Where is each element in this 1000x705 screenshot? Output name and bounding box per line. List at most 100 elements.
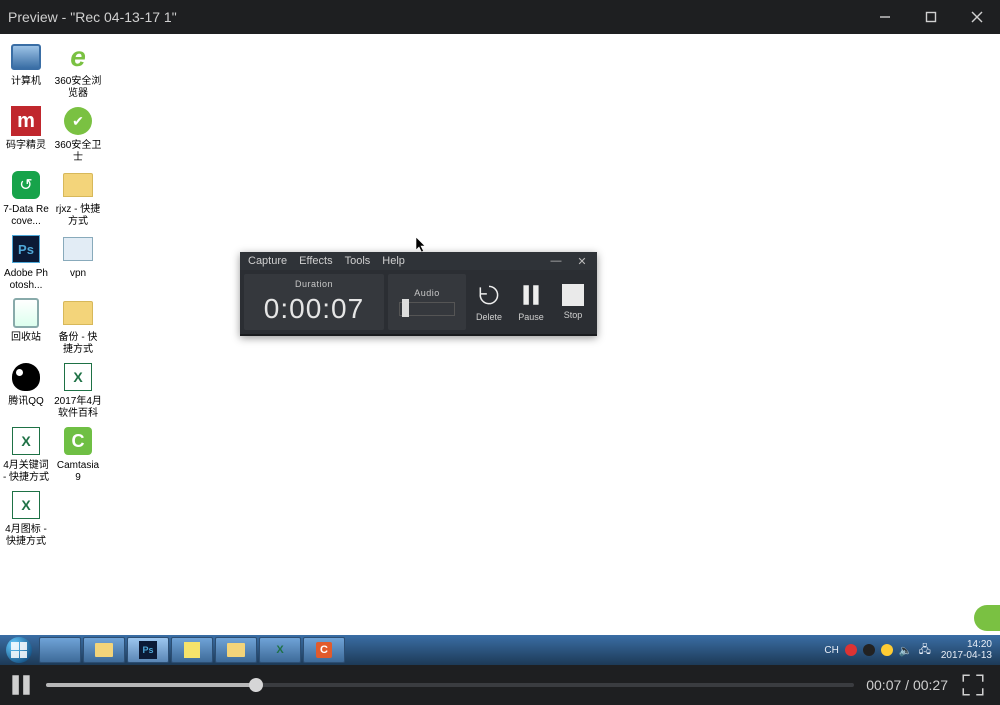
desktop-icon-360-browser[interactable]: e360安全浏览器 [54, 40, 102, 100]
menu-capture[interactable]: Capture [248, 255, 287, 267]
tray-volume-icon[interactable]: 🔈 [899, 644, 913, 657]
play-pause-button[interactable] [8, 672, 34, 698]
desktop-icon-label: 2017年4月软件百科 [54, 396, 102, 420]
close-button[interactable] [954, 0, 1000, 34]
desktop-icon-backup[interactable]: 备份 - 快捷方式 [54, 296, 102, 356]
desktop-icon-photoshop[interactable]: PsAdobe Photosh... [2, 232, 50, 292]
taskbar: Ps X C CH 🔈 🖧 14:20 2017-04-13 [0, 635, 1000, 665]
menu-help[interactable]: Help [382, 255, 405, 267]
audio-slider-thumb[interactable] [402, 299, 409, 317]
taskbar-item-photoshop[interactable]: Ps [127, 637, 169, 663]
clock-date: 2017-04-13 [941, 650, 992, 661]
duration-panel: Duration 0:00:07 [244, 274, 384, 330]
tray-icon-qq[interactable] [863, 644, 875, 656]
tray-network-icon[interactable]: 🖧 [919, 641, 931, 660]
pause-button[interactable]: Pause [512, 274, 550, 330]
desktop-icon-label: 4月关键词 - 快捷方式 [2, 460, 50, 484]
pause-label: Pause [518, 312, 544, 322]
monitor-icon [9, 40, 43, 74]
preview-content: 计算机e360安全浏览器m码字精灵✔360安全卫士↺7-Data Recove.… [0, 34, 1000, 665]
audio-label: Audio [414, 288, 440, 298]
stop-label: Stop [564, 310, 583, 320]
recorder-minimize-button[interactable]: — [549, 255, 563, 267]
taskbar-item-notes[interactable] [171, 637, 213, 663]
clock-time: 14:20 [941, 639, 992, 650]
time-current: 00:07 [866, 677, 901, 693]
taskbar-item-camtasia[interactable]: C [303, 637, 345, 663]
desktop-icon-rjxz[interactable]: rjxz - 快捷方式 [54, 168, 102, 228]
delete-label: Delete [476, 312, 502, 322]
undo-icon [476, 282, 502, 308]
desktop-icon-mazijingl[interactable]: m码字精灵 [2, 104, 50, 164]
playback-time: 00:07 / 00:27 [866, 677, 948, 693]
desktop-icon-7data[interactable]: ↺7-Data Recove... [2, 168, 50, 228]
start-button[interactable] [0, 635, 38, 665]
desktop-icon-label: 回收站 [11, 332, 41, 344]
desktop-icon-label: vpn [70, 268, 86, 280]
windows-logo-icon [6, 637, 32, 663]
desktop-icon-qq[interactable]: 腾讯QQ [2, 360, 50, 420]
desktop-icon-label: 360安全卫士 [54, 140, 102, 164]
taskbar-clock[interactable]: 14:20 2017-04-13 [937, 639, 996, 661]
desktop-icon-apr-icons[interactable]: X4月图标 - 快捷方式 [2, 488, 50, 548]
seek-track[interactable] [46, 683, 854, 687]
desktop-icon-label: 4月图标 - 快捷方式 [2, 524, 50, 548]
desktop-icon-apr-encyc[interactable]: X2017年4月软件百科 [54, 360, 102, 420]
time-total: 00:27 [913, 677, 948, 693]
seek-progress [46, 683, 256, 687]
taskbar-item-browser[interactable] [39, 637, 81, 663]
stop-icon [562, 284, 584, 306]
stop-button[interactable]: Stop [554, 274, 592, 330]
delete-button[interactable]: Delete [470, 274, 508, 330]
fullscreen-button[interactable] [960, 672, 986, 698]
vpn-icon [61, 232, 95, 266]
recorder-window[interactable]: Capture Effects Tools Help — ✕ Duration … [240, 252, 597, 336]
menu-tools[interactable]: Tools [345, 255, 371, 267]
taskbar-item-excel[interactable]: X [259, 637, 301, 663]
playback-bar: 00:07 / 00:27 [0, 665, 1000, 705]
folder-icon [61, 296, 95, 330]
menu-effects[interactable]: Effects [299, 255, 332, 267]
m-icon: m [9, 104, 43, 138]
minimize-button[interactable] [862, 0, 908, 34]
taskbar-item-explorer[interactable] [83, 637, 125, 663]
cam-icon: C [61, 424, 95, 458]
desktop-icon-label: 腾讯QQ [8, 396, 44, 408]
desktop-icon-label: 360安全浏览器 [54, 76, 102, 100]
preview-titlebar: Preview - "Rec 04-13-17 1" [0, 0, 1000, 34]
fullscreen-icon [960, 672, 986, 698]
excel-icon: X [9, 424, 43, 458]
seek-thumb[interactable] [249, 678, 263, 692]
taskbar-item-folder[interactable] [215, 637, 257, 663]
desktop-icon-label: 7-Data Recove... [2, 204, 50, 228]
desktop-icon-label: Camtasia 9 [54, 460, 102, 484]
maximize-button[interactable] [908, 0, 954, 34]
tray-icon-3[interactable] [881, 644, 893, 656]
duration-label: Duration [295, 279, 333, 289]
recover-icon: ↺ [9, 168, 43, 202]
desktop-icon-360-guard[interactable]: ✔360安全卫士 [54, 104, 102, 164]
bin-icon [9, 296, 43, 330]
recorder-menubar: Capture Effects Tools Help — ✕ [240, 252, 597, 270]
desktop-icon-computer[interactable]: 计算机 [2, 40, 50, 100]
desktop-icon-recycle[interactable]: 回收站 [2, 296, 50, 356]
pause-icon [518, 282, 544, 308]
audio-meter[interactable] [399, 302, 455, 316]
desktop-icon-label: Adobe Photosh... [2, 268, 50, 292]
desktop-icon-label: rjxz - 快捷方式 [54, 204, 102, 228]
ime-indicator[interactable]: CH [824, 645, 838, 656]
desktop-icon-label: 计算机 [11, 76, 41, 88]
recorder-close-button[interactable]: ✕ [575, 255, 589, 268]
desktop-icon-apr-keywords[interactable]: X4月关键词 - 快捷方式 [2, 424, 50, 484]
desktop-icon-label: 备份 - 快捷方式 [54, 332, 102, 356]
audio-panel: Audio [388, 274, 466, 330]
tray-icon-1[interactable] [845, 644, 857, 656]
qq-icon [9, 360, 43, 394]
desktop-icons: 计算机e360安全浏览器m码字精灵✔360安全卫士↺7-Data Recove.… [2, 40, 102, 548]
system-tray: CH 🔈 🖧 14:20 2017-04-13 [824, 639, 1000, 661]
preview-title: Preview - "Rec 04-13-17 1" [8, 9, 862, 25]
ps-icon: Ps [9, 232, 43, 266]
desktop-icon-camtasia[interactable]: CCamtasia 9 [54, 424, 102, 484]
desktop-icon-vpn[interactable]: vpn [54, 232, 102, 292]
float-badge-icon[interactable] [974, 605, 1000, 631]
